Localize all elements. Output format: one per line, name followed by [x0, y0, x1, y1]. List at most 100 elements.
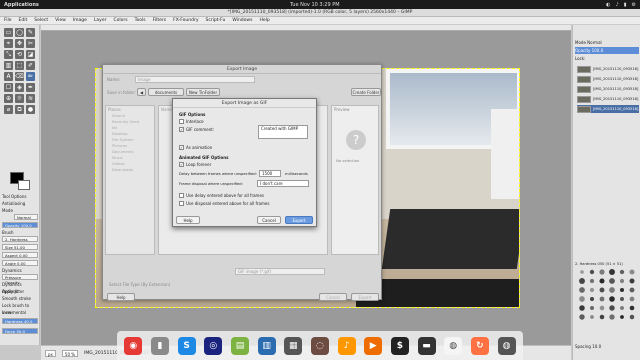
brush-preset[interactable]: [620, 306, 624, 310]
brush-preset[interactable]: [599, 296, 605, 302]
place-downloads[interactable]: Downloads: [106, 167, 154, 173]
brush-preset[interactable]: [579, 314, 585, 320]
hardness-slider[interactable]: Hardness 40.0: [2, 318, 38, 324]
mode-select[interactable]: Normal: [14, 214, 38, 220]
disposal-select[interactable]: I don't care: [257, 180, 309, 187]
tool-button[interactable]: ≋: [26, 94, 35, 103]
brush-preset[interactable]: [609, 269, 615, 275]
brush-preset[interactable]: [619, 278, 625, 284]
tool-button[interactable]: ✒: [26, 83, 35, 92]
file-type-select[interactable]: GIF image (*.gif): [235, 268, 325, 275]
settings-icon[interactable]: ◍: [497, 336, 516, 355]
delay-spinner[interactable]: 1500: [259, 170, 281, 177]
volume-icon[interactable]: ♪: [616, 2, 619, 8]
interlace-checkbox[interactable]: [179, 118, 184, 124]
layer-row[interactable]: [IMG_20151110_093518]: [577, 85, 639, 93]
menu-view[interactable]: View: [55, 18, 66, 23]
brush-preset[interactable]: [589, 269, 595, 275]
clock[interactable]: Tue Nov 10 3:29 PM: [290, 2, 340, 8]
opacity-slider[interactable]: Opacity 100.0: [2, 222, 38, 228]
tool-button[interactable]: ▥: [4, 61, 13, 70]
menu-layer[interactable]: Layer: [94, 18, 107, 23]
use-delay-option[interactable]: Use delay entered above for all frames: [179, 192, 264, 198]
tool-button[interactable]: ✂: [26, 39, 35, 48]
brush-select[interactable]: 2. Hardness: [2, 236, 38, 242]
layer-row[interactable]: [IMG_20151110_093518]: [577, 95, 639, 103]
layers-lock[interactable]: Lock:: [575, 55, 639, 62]
use-disposal-checkbox[interactable]: [179, 200, 184, 206]
brush-preset[interactable]: [580, 270, 584, 274]
tool-button[interactable]: ◈: [15, 83, 24, 92]
as-animation-checkbox[interactable]: ✓: [179, 144, 184, 150]
brush-preset[interactable]: [590, 306, 594, 310]
brush-preset[interactable]: [620, 315, 624, 319]
brush-preset[interactable]: [620, 297, 624, 301]
layers-mode[interactable]: Mode Normal: [575, 39, 639, 46]
network-icon[interactable]: ◐: [606, 2, 610, 8]
tool-button[interactable]: ⊕: [4, 94, 13, 103]
brush-preset[interactable]: [589, 296, 595, 302]
brush-preset[interactable]: [579, 305, 585, 311]
use-disposal-option[interactable]: Use disposal entered above for all frame…: [179, 200, 269, 206]
menu-edit[interactable]: Edit: [19, 18, 28, 23]
tool-button[interactable]: ✏: [26, 72, 35, 81]
brush-preset[interactable]: [599, 305, 605, 311]
menu-file[interactable]: File: [4, 18, 12, 23]
crumb-new-folder[interactable]: New TinFolder: [186, 88, 220, 96]
brush-preset[interactable]: [579, 278, 585, 284]
tool-button[interactable]: ⟲: [15, 50, 24, 59]
menu-image[interactable]: Image: [73, 18, 87, 23]
brush-preset[interactable]: [629, 305, 635, 311]
document-icon[interactable]: ▥: [257, 336, 276, 355]
brush-preset[interactable]: [629, 269, 635, 275]
lock-brush-check[interactable]: Lock brush to view: [2, 302, 38, 315]
disk-icon[interactable]: ◍: [444, 336, 463, 355]
incremental-check[interactable]: Incremental: [2, 309, 38, 316]
force-slider[interactable]: Force 50.0: [2, 328, 38, 334]
gif-export-button[interactable]: Export: [285, 216, 313, 224]
tool-button[interactable]: ⌖: [4, 39, 13, 48]
export-cancel-button[interactable]: Cancel: [319, 293, 347, 301]
brush-preset[interactable]: [589, 287, 595, 293]
loop-checkbox[interactable]: ✓: [179, 161, 184, 167]
layer-row[interactable]: [IMG_20151110_093518]: [577, 75, 639, 83]
layers-opacity[interactable]: Opacity 100.0: [575, 47, 639, 54]
brush-preset[interactable]: [609, 305, 615, 311]
brush-preset[interactable]: [609, 287, 615, 293]
menu-fx-foundry[interactable]: FX-Foundry: [173, 18, 198, 23]
brush-spacing[interactable]: Spacing 10.0: [575, 343, 639, 350]
use-delay-checkbox[interactable]: [179, 192, 184, 198]
battery-icon[interactable]: ▮: [624, 2, 627, 8]
tool-button[interactable]: ●: [26, 105, 35, 114]
select-file-type-toggle[interactable]: Select File Type (By Extension): [109, 282, 170, 287]
tool-button[interactable]: ✎: [26, 28, 35, 37]
brush-preset[interactable]: [579, 296, 585, 302]
brush-preset[interactable]: [579, 287, 585, 293]
create-folder-button[interactable]: Create Folder: [351, 88, 381, 96]
spreadsheet-icon[interactable]: ▤: [230, 336, 249, 355]
menu-filters[interactable]: Filters: [153, 18, 167, 23]
applications-menu[interactable]: Applications: [4, 2, 39, 8]
tool-button[interactable]: A: [4, 72, 13, 81]
smooth-stroke-check[interactable]: Smooth stroke: [2, 295, 38, 302]
gif-comment-input[interactable]: Created with GIMP: [258, 125, 308, 139]
tool-button[interactable]: ◪: [26, 50, 35, 59]
tool-button[interactable]: ✥: [15, 39, 24, 48]
steam-icon[interactable]: ◎: [204, 336, 223, 355]
tool-button[interactable]: ⬚: [15, 61, 24, 70]
menu-select[interactable]: Select: [34, 18, 48, 23]
menu-windows[interactable]: Windows: [232, 18, 252, 23]
tool-button[interactable]: ⧉: [15, 105, 24, 114]
gif-cancel-button[interactable]: Cancel: [257, 216, 281, 224]
brush-preset[interactable]: [599, 287, 605, 293]
interlace-option[interactable]: Interlace: [179, 118, 204, 124]
brush-preset[interactable]: [590, 315, 594, 319]
dynamics-options[interactable]: Dynamics Options: [2, 281, 38, 294]
tool-button[interactable]: ✐: [26, 61, 35, 70]
brush-preset[interactable]: [599, 278, 605, 284]
as-animation-option[interactable]: ✓ As animation: [179, 144, 212, 150]
menu-tools[interactable]: Tools: [135, 18, 146, 23]
menu-script-fu[interactable]: Script-Fu: [205, 18, 225, 23]
apply-jitter-check[interactable]: Apply Jitter: [2, 288, 38, 295]
tool-button[interactable]: ⌫: [15, 72, 24, 81]
